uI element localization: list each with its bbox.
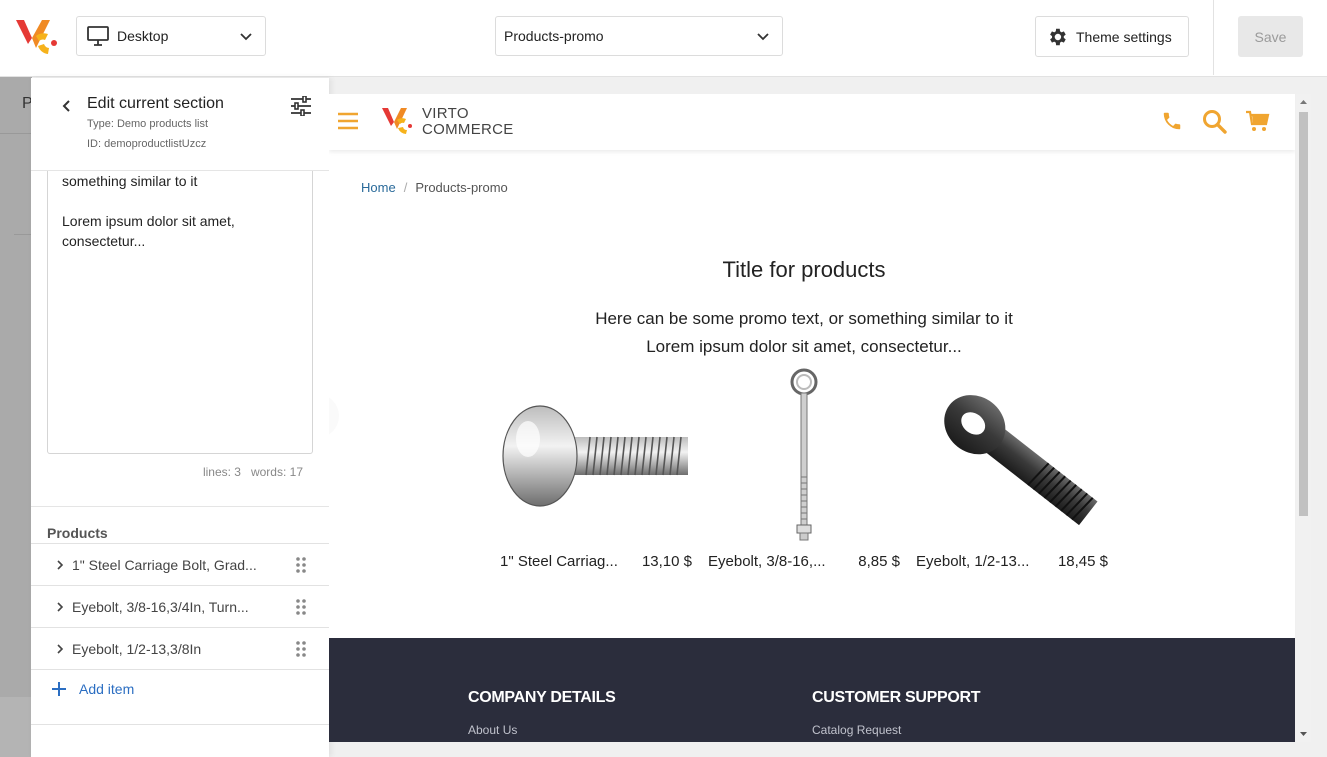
promo-line: Here can be some promo text, or somethin…: [595, 309, 1013, 328]
device-dropdown-label: Desktop: [117, 28, 169, 44]
promo-line: Lorem ipsum dolor sit amet, consectetur.…: [646, 337, 962, 356]
chevron-right-icon[interactable]: [55, 601, 65, 612]
chevron-left-icon[interactable]: [59, 98, 75, 114]
product-list-item[interactable]: Eyebolt, 3/8-16,3/4In, Turn...: [31, 585, 329, 627]
product-card[interactable]: 1" Steel Carriag... 13,10 $: [500, 367, 692, 570]
scroll-down-arrow-icon[interactable]: [1299, 730, 1308, 738]
phone-icon[interactable]: [1161, 110, 1183, 132]
eyebolt-image: [790, 368, 818, 541]
textarea-line: something similar to it: [62, 173, 198, 189]
promo-text-area[interactable]: something similar to it Lorem ipsum dolo…: [47, 171, 313, 454]
panel-header: Edit current section Type: Demo products…: [31, 78, 329, 171]
chevron-down-icon: [757, 33, 769, 41]
drag-handle-icon[interactable]: [295, 598, 307, 616]
product-card-name[interactable]: Eyebolt, 3/8-16,...: [708, 553, 836, 570]
scroll-up-arrow-icon[interactable]: [1299, 98, 1308, 106]
panel-divider: [31, 506, 329, 507]
footer-link-about[interactable]: About Us: [468, 723, 517, 737]
product-list-item-name: Eyebolt, 3/8-16,3/4In, Turn...: [72, 598, 249, 615]
preview-scrollbar[interactable]: [1296, 94, 1311, 742]
products-label: Products: [47, 525, 108, 541]
promo-text: Here can be some promo text, or somethin…: [329, 305, 1279, 361]
drag-handle-icon[interactable]: [295, 640, 307, 658]
chevron-right-icon[interactable]: [55, 559, 65, 570]
theme-settings-button[interactable]: Theme settings: [1035, 16, 1189, 57]
product-list-item-name: 1" Steel Carriage Bolt, Grad...: [72, 556, 257, 573]
section-id: ID: demoproductlistUzcz: [87, 138, 207, 150]
plus-icon: [52, 682, 66, 696]
cart-icon[interactable]: [1245, 110, 1270, 132]
theme-settings-label: Theme settings: [1076, 28, 1172, 45]
scrollbar-thumb[interactable]: [1299, 112, 1308, 516]
chevron-right-icon[interactable]: [329, 394, 345, 438]
vc-logo-icon[interactable]: [381, 106, 413, 138]
gear-icon: [1050, 28, 1066, 45]
brand-wordmark-line: COMMERCE: [422, 121, 514, 138]
breadcrumb-separator: /: [403, 180, 408, 195]
products-section-title: Title for products: [722, 257, 886, 282]
vc-logo-icon[interactable]: [14, 16, 58, 60]
search-icon[interactable]: [1202, 109, 1227, 134]
product-card-price: 18,45 $: [1057, 553, 1108, 570]
product-card-name[interactable]: 1" Steel Carriag...: [500, 553, 628, 570]
background-divider: [0, 133, 32, 134]
brand-wordmark: VIRTO COMMERCE: [422, 106, 514, 138]
product-card-price: 8,85 $: [858, 553, 900, 570]
add-item-button[interactable]: Add item: [31, 669, 329, 725]
chevron-right-icon[interactable]: [55, 643, 65, 654]
product-list-item[interactable]: Eyebolt, 1/2-13,3/8In: [31, 627, 329, 669]
page-dropdown[interactable]: Products-promo: [495, 16, 783, 56]
edit-section-panel: something similar to it Lorem ipsum dolo…: [31, 78, 329, 757]
panel-title: Edit current section: [87, 95, 224, 112]
product-card-price: 13,10 $: [641, 553, 692, 570]
forged-eyebolt-image: [944, 395, 1098, 526]
monitor-icon: [87, 26, 109, 46]
storefront-footer: COMPANY DETAILS About Us CUSTOMER SUPPOR…: [329, 638, 1295, 742]
product-list-item-name: Eyebolt, 1/2-13,3/8In: [72, 640, 202, 657]
background-overlay: P: [0, 77, 33, 757]
breadcrumb: Home / Products-promo: [361, 180, 508, 195]
product-card[interactable]: Eyebolt, 3/8-16,... 8,85 $: [708, 367, 900, 570]
chevron-down-icon: [240, 33, 252, 41]
hamburger-icon[interactable]: [337, 112, 359, 130]
footer-link-catalog-request[interactable]: Catalog Request: [812, 723, 901, 737]
carriage-bolt-image: [502, 405, 688, 507]
product-card-name[interactable]: Eyebolt, 1/2-13...: [916, 553, 1044, 570]
footer-heading: COMPANY DETAILS: [468, 689, 616, 706]
toolbar-divider: [1213, 0, 1214, 75]
section-type: Type: Demo products list: [87, 118, 209, 130]
tune-icon[interactable]: [290, 96, 312, 116]
page-dropdown-label: Products-promo: [504, 28, 604, 44]
top-toolbar: Desktop Products-promo Theme settings Sa…: [0, 0, 1327, 77]
storefront-header: VIRTO COMMERCE: [329, 94, 1295, 150]
save-button[interactable]: Save: [1238, 16, 1303, 57]
storefront-preview: VIRTO COMMERCE Home / Products-promo Title…: [329, 94, 1295, 742]
device-dropdown[interactable]: Desktop: [76, 16, 266, 56]
product-list-item[interactable]: 1" Steel Carriage Bolt, Grad...: [31, 543, 329, 585]
background-footer: [0, 697, 32, 757]
breadcrumb-home-link[interactable]: Home: [361, 180, 396, 195]
product-card[interactable]: Eyebolt, 1/2-13... 18,45 $: [916, 367, 1108, 570]
breadcrumb-current: Products-promo: [415, 180, 508, 195]
drag-handle-icon[interactable]: [295, 556, 307, 574]
background-divider: [14, 234, 32, 235]
footer-heading: CUSTOMER SUPPORT: [812, 689, 981, 706]
brand-wordmark-line: VIRTO: [422, 105, 469, 122]
textarea-line: Lorem ipsum dolor sit amet, consectetur.…: [62, 213, 235, 249]
text-counter: lines: 3 words: 17: [202, 465, 303, 479]
add-item-label: Add item: [79, 681, 135, 697]
